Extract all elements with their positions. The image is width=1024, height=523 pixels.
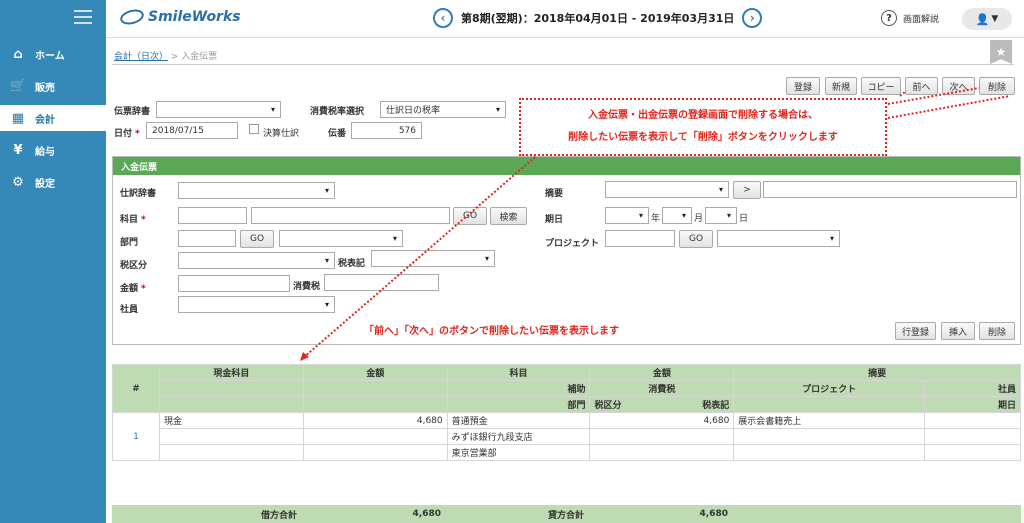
credit-total-label: 貸方合計 bbox=[547, 510, 584, 521]
debit-total-label: 借方合計 bbox=[260, 510, 297, 521]
table-header-row: 部門 税区分 税表記 期日 bbox=[113, 396, 1021, 413]
entry-table: # 現金科目 金額 科目 金額 摘要 補助 消費税 プロジェクト 社員 部門 税… bbox=[112, 364, 1021, 461]
annotation-callout: 入金伝票・出金伝票の登録画面で削除する場合は、 削除したい伝票を表示して「削除」… bbox=[519, 98, 887, 156]
annotation-nav-hint: 「前へ」「次へ」のボタンで削除したい伝票を表示します bbox=[364, 326, 619, 337]
table-row[interactable]: 東京営業部 bbox=[113, 444, 1021, 461]
table-header-row: # 現金科目 金額 科目 金額 摘要 bbox=[112, 364, 1021, 413]
table-row[interactable]: 1 現金 4,680 普通預金 4,680 展示会書籍売上 bbox=[112, 412, 1021, 461]
credit-total-value: 4,680 bbox=[699, 509, 728, 519]
table-header-row: 補助 消費税 プロジェクト 社員 bbox=[113, 380, 1021, 397]
totals-bar: 借方合計 4,680 貸方合計 4,680 bbox=[112, 505, 1021, 523]
debit-total-value: 4,680 bbox=[412, 509, 441, 519]
table-row[interactable]: みずほ銀行九段支店 bbox=[113, 428, 1021, 445]
